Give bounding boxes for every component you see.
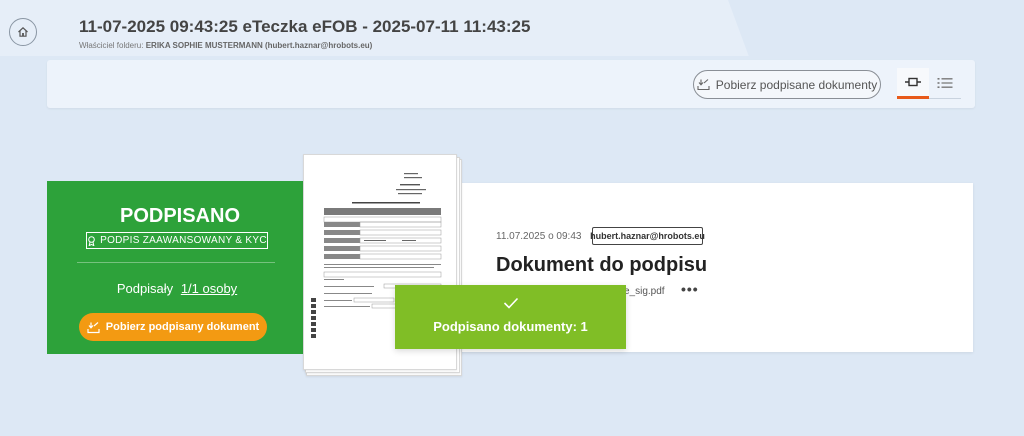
check-icon bbox=[503, 297, 518, 309]
home-button[interactable] bbox=[9, 18, 37, 46]
folder-owner-value: ERIKA SOPHIE MUSTERMANN (hubert.haznar@h… bbox=[145, 41, 373, 50]
document-date: 11.07.2025 o 09:43 bbox=[496, 231, 582, 242]
document-name[interactable]: Dokument do podpisu bbox=[496, 254, 707, 277]
signature-type-badge: PODPIS ZAAWANSOWANY & KYC bbox=[86, 232, 268, 249]
toast-message: Podpisano dokumenty: 1 bbox=[433, 319, 588, 334]
signed-count-label: Podpisały bbox=[116, 281, 174, 296]
signers-link[interactable]: 1/1 osoby bbox=[181, 281, 237, 296]
signature-type-label: PODPIS ZAAWANSOWANY & KYC bbox=[100, 235, 267, 246]
download-signed-document-label: Pobierz podpisany dokument bbox=[105, 321, 260, 333]
download-signed-document-button[interactable]: Pobierz podpisany dokument bbox=[79, 313, 267, 341]
header-tab-shape bbox=[728, 0, 1024, 56]
award-icon bbox=[88, 235, 95, 246]
status-title: PODPISANO bbox=[119, 205, 241, 227]
download-signed-documents-label: Pobierz podpisane dokumenty bbox=[715, 77, 878, 92]
download-signed-documents-button[interactable]: Pobierz podpisane dokumenty bbox=[693, 70, 881, 99]
panel-divider bbox=[77, 262, 275, 263]
document-signer-email: hubert.haznar@hrobots.eu bbox=[590, 227, 705, 245]
tab-card-view[interactable] bbox=[897, 68, 929, 99]
download-sign-icon bbox=[87, 321, 100, 333]
list-view-icon bbox=[937, 78, 953, 88]
document-file-name: e_sig.pdf bbox=[624, 286, 665, 297]
tab-list-view[interactable] bbox=[929, 68, 961, 99]
success-toast: Podpisano dokumenty: 1 bbox=[395, 285, 626, 349]
download-sign-icon bbox=[697, 79, 710, 91]
folder-owner: Właściciel folderu: ERIKA SOPHIE MUSTERM… bbox=[79, 41, 372, 50]
signed-count: Podpisały 1/1 osoby bbox=[0, 281, 354, 296]
document-more-button[interactable]: ••• bbox=[681, 281, 699, 297]
page-title: 11-07-2025 09:43:25 eTeczka eFOB - 2025-… bbox=[79, 17, 531, 36]
card-view-icon bbox=[905, 77, 921, 87]
folder-owner-label: Właściciel folderu: bbox=[79, 41, 144, 50]
home-icon bbox=[18, 26, 28, 37]
